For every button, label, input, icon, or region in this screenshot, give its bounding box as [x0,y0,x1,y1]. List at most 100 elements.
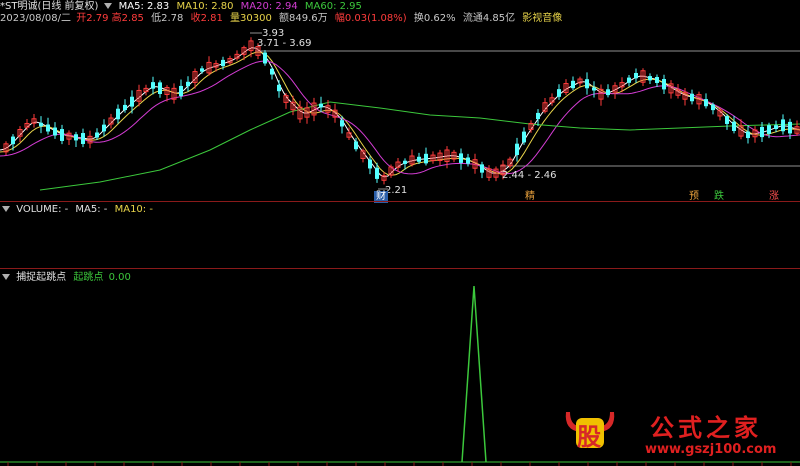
watermark-brand: 公式之家 [650,413,762,442]
high-label: 高 [111,13,122,24]
candle-body [81,133,85,144]
candle-body [11,136,15,145]
candle-body [95,132,99,138]
candle-body [522,131,526,143]
candle-body [270,68,274,75]
candle-body [585,79,589,89]
candle-body [123,104,127,111]
candle-body [606,89,610,96]
candle-body [536,112,540,120]
panel-divider-1[interactable] [0,201,800,202]
panel-divider-2[interactable] [0,268,800,269]
volume-ma10: MA10: - [114,204,153,215]
candle-body [788,121,792,134]
ma60-label: MA60: 2.95 [304,1,362,12]
candle-body [60,129,64,141]
candle-body [655,77,659,83]
indicator-value: 0.00 [108,272,131,283]
close-value: 2.81 [200,13,223,24]
sector-link[interactable]: 影视音像 [522,13,562,24]
volume-panel-header: VOLUME: - MA5: - MA10: - [0,203,157,217]
candle-body [375,167,379,179]
candle-body [186,81,190,87]
dropdown-icon[interactable] [2,274,10,280]
candle-body [557,89,561,97]
open-value: 2.79 [86,13,109,24]
dropdown-icon[interactable] [2,206,10,212]
candle-body [417,156,421,162]
candle-body [340,120,344,127]
candle-body [200,68,204,72]
ma5-label: MA5: 2.83 [118,1,170,12]
candle-body [781,119,785,132]
change-label: 幅 [334,13,345,24]
candle-body [53,127,57,136]
indicator-title[interactable]: 捕捉起跳点 [16,272,66,283]
candle-body [648,76,652,81]
candle-body [354,141,358,150]
candle-body [760,126,764,138]
ma20-label: MA20: 2.94 [240,1,298,12]
candle-body [571,80,575,89]
candle-body [116,108,120,120]
low-price-label: 2.21 [385,185,408,196]
candle-body [466,157,470,164]
indicator-spike [461,285,487,463]
quote-info-row: 2023/08/08/二 开2.79 高2.85 低2.78 收2.81 量30… [0,12,566,26]
candle-body [662,79,666,90]
change-value: 0.03(1.08%) [344,13,407,24]
date: 2023/08/08/二 [0,13,72,24]
candle-body [368,159,372,169]
ma10-label: MA10: 2.80 [176,1,234,12]
candle-body [221,59,225,67]
vol-label: 量 [230,13,241,24]
candle-body [704,99,708,107]
candle-body [130,96,134,107]
candle-body [74,134,78,141]
ma60-line [39,101,800,191]
amount-label: 额 [279,13,290,24]
candle-body [459,153,463,163]
amount-value: 849.6万 [289,13,328,24]
price-chart[interactable] [0,0,800,466]
candle-body [102,124,106,132]
candle-body [767,125,771,134]
candle-body [690,93,694,102]
range-label-1: 3.71 - 3.69 [257,38,312,49]
volume-title[interactable]: VOLUME: - [16,204,68,215]
volume-ma5: MA5: - [75,204,108,215]
low-label: 低 [151,13,162,24]
candle-body [592,87,596,91]
candle-body [774,125,778,130]
candle-body [746,131,750,139]
indicator-panel-header: 捕捉起跳点 起跳点 0.00 [0,271,135,285]
candle-body [151,82,155,89]
candle-body [515,143,519,155]
float-cap: 流通4.85亿 [462,13,516,24]
candle-body [263,52,267,64]
candle-body [403,160,407,164]
watermark-url: www.gszj100.com [645,442,777,457]
candle-body [158,82,162,95]
candle-body [711,104,715,111]
candle-body [634,72,638,79]
candle-body [627,77,631,83]
range-label-2: 2.44 - 2.46 [502,170,557,181]
open-label: 开 [76,13,87,24]
high-value: 2.85 [121,13,144,24]
candle-body [319,103,323,108]
watermark-logo: 股 [562,408,618,451]
candle-body [39,122,43,127]
candle-body [277,84,281,92]
logo-char: 股 [577,423,601,451]
candle-body [480,164,484,173]
indicator-series-label: 起跳点 [73,272,104,283]
candle-body [732,121,736,131]
candle-body [179,85,183,97]
low-value: 2.78 [161,13,184,24]
candle-body [725,116,729,124]
stock-title[interactable]: *ST明诚(日线 前复权) [0,1,98,12]
dropdown-icon[interactable] [104,3,113,9]
close-label: 收 [190,13,201,24]
candle-body [424,153,428,164]
